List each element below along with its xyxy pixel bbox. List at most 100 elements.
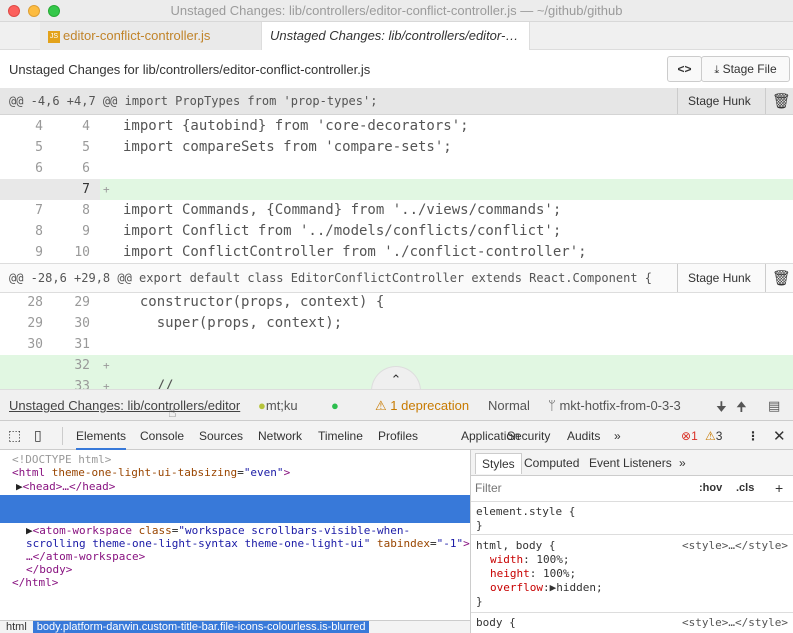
more-tabs-icon[interactable]: » bbox=[679, 456, 686, 470]
diff-line[interactable]: 8 9 import Conflict from '../models/confli… bbox=[0, 221, 793, 242]
tab-unstaged-changes[interactable]: Unstaged Changes: lib/controllers/editor… bbox=[262, 22, 530, 51]
breadcrumb-body[interactable]: body.platform-darwin.custom-title-bar.fi… bbox=[32, 621, 370, 633]
diff-marker: + bbox=[103, 183, 110, 196]
warning-icon: ⚠ bbox=[705, 429, 716, 443]
close-devtools-icon[interactable]: ✕ bbox=[773, 427, 786, 445]
new-line-number: 30 bbox=[74, 316, 90, 331]
stage-file-button[interactable]: ⤓ Stage File bbox=[701, 56, 790, 82]
warning-count[interactable]: ⚠3 bbox=[705, 429, 722, 443]
fetch-down-icon[interactable]: 🠋 bbox=[716, 398, 727, 420]
styles-filter: :hov .cls + bbox=[471, 476, 793, 502]
dom-body-close[interactable]: </body> bbox=[0, 563, 470, 576]
code-text: import {autobind} from 'core-decorators'… bbox=[123, 118, 469, 134]
devtools-tab-audits[interactable]: Audits bbox=[567, 429, 600, 443]
dom-html-open[interactable]: <html theme-one-light-ui-tabsizing="even… bbox=[0, 466, 470, 479]
diff-line[interactable]: 28 29 constructor(props, context) { bbox=[0, 292, 793, 313]
dom-doctype[interactable]: <!DOCTYPE html> bbox=[0, 453, 470, 466]
hunk-header-text: @@ -28,6 +29,8 @@ export default class E… bbox=[9, 271, 652, 285]
diff-line[interactable]: 7 + bbox=[0, 179, 793, 200]
diff-line[interactable]: 66 bbox=[0, 158, 793, 179]
devtools-tab-console[interactable]: Console bbox=[140, 429, 184, 443]
old-line-number: 29 bbox=[27, 316, 43, 331]
styles-tabs: Styles Computed Event Listeners » bbox=[471, 450, 793, 476]
deprecation-status[interactable]: ⚠ 1 deprecation bbox=[375, 398, 469, 414]
stage-hunk-button[interactable]: Stage Hunk bbox=[688, 94, 751, 108]
deprecation-label: 1 deprecation bbox=[390, 398, 470, 413]
tab-editor-file[interactable]: JS editor-conflict-controller.js bbox=[40, 22, 262, 50]
diff-line[interactable]: 4 4 import {autobind} from 'core-decorator… bbox=[0, 116, 793, 137]
file-patch-title: Unstaged Changes for lib/controllers/edi… bbox=[9, 62, 371, 77]
devtools-tab-profiles[interactable]: Profiles bbox=[378, 429, 418, 443]
hunk-header-text: @@ -4,6 +4,7 @@ import PropTypes from 'p… bbox=[9, 94, 378, 108]
devtools-tab-security[interactable]: Security bbox=[507, 429, 550, 443]
hunk-header: @@ -4,6 +4,7 @@ import PropTypes from 'p… bbox=[0, 88, 793, 115]
push-up-icon[interactable]: 🠉 bbox=[736, 398, 747, 420]
cls-toggle[interactable]: .cls bbox=[736, 482, 754, 494]
tab-event-listeners[interactable]: Event Listeners bbox=[589, 456, 672, 470]
cursor-hand-icon: ☝ bbox=[168, 404, 177, 420]
dom-atom-workspace[interactable]: ▶<atom-workspace class="workspace scroll… bbox=[0, 524, 470, 537]
filter-input[interactable] bbox=[475, 481, 655, 495]
new-line-number: 10 bbox=[74, 245, 90, 260]
new-line-number: 6 bbox=[82, 161, 90, 176]
dom-head[interactable]: ▶<head>…</head> bbox=[0, 480, 470, 493]
devtools-menu-icon[interactable]: ⋮ bbox=[747, 429, 759, 443]
diff-line[interactable]: 29 30 super(props, context); bbox=[0, 313, 793, 334]
vim-mode[interactable]: Normal bbox=[488, 398, 530, 413]
element-style-rule[interactable]: element.style {} bbox=[476, 505, 788, 533]
html-body-rule[interactable]: html, body {<style>…</style> width: 100%… bbox=[476, 539, 788, 609]
diff-line[interactable]: 5 5 import compareSets from 'compare-sets'… bbox=[0, 137, 793, 158]
git-panel-icon[interactable]: ▤ bbox=[768, 398, 780, 414]
old-line-number bbox=[0, 179, 43, 200]
devtools-tab-sources[interactable]: Sources bbox=[199, 429, 243, 443]
title-bar: Unstaged Changes: lib/controllers/editor… bbox=[0, 0, 793, 22]
dom-html-close[interactable]: </html> bbox=[0, 576, 470, 589]
stage-hunk-button[interactable]: Stage Hunk bbox=[688, 271, 751, 285]
diff-line[interactable]: 9 10 import ConflictController from './con… bbox=[0, 242, 793, 263]
error-count[interactable]: ⊗1 bbox=[681, 429, 698, 443]
window-title: Unstaged Changes: lib/controllers/editor… bbox=[170, 3, 623, 18]
branch-icon: ᛘ bbox=[548, 398, 556, 413]
toggle-code-view-button[interactable]: <> bbox=[667, 56, 702, 82]
diff-line[interactable]: 7 8 import Commands, {Command} from '../vi… bbox=[0, 200, 793, 221]
devtools-tab-elements[interactable]: Elements bbox=[76, 429, 127, 450]
new-line-number: 8 bbox=[82, 203, 90, 218]
trash-icon[interactable]: 🗑 bbox=[772, 269, 791, 287]
tab-label: Unstaged Changes: lib/controllers/editor… bbox=[270, 28, 519, 43]
code-text: import compareSets from 'compare-sets'; bbox=[123, 139, 452, 155]
hunk-header: @@ -28,6 +29,8 @@ export default class E… bbox=[0, 263, 793, 293]
old-line-number: 8 bbox=[35, 224, 43, 239]
old-line-number: 7 bbox=[35, 203, 43, 218]
new-line-number: 29 bbox=[74, 295, 90, 310]
styles-pane: Styles Computed Event Listeners » :hov .… bbox=[470, 450, 793, 633]
new-line-number: 32 bbox=[74, 358, 90, 373]
dom-body-selected[interactable]: … ▼ <body tabindex="-1" class="platform-… bbox=[0, 495, 470, 573]
status-user[interactable]: ●mt;ku bbox=[258, 398, 298, 413]
devtools-tab-timeline[interactable]: Timeline bbox=[318, 429, 363, 443]
tab-label: editor-conflict-controller.js bbox=[63, 28, 211, 43]
new-rule-button[interactable]: + bbox=[775, 480, 783, 496]
body-rule[interactable]: body {<style>…</style> bbox=[476, 616, 788, 630]
code-text: import Conflict from '../models/conflict… bbox=[123, 223, 562, 239]
breadcrumb-html[interactable]: html bbox=[0, 621, 33, 633]
diff-line[interactable]: 30 31 bbox=[0, 334, 793, 355]
status-dot-icon: ● bbox=[331, 398, 339, 413]
device-toolbar-icon[interactable]: ▯ bbox=[34, 427, 42, 444]
dom-breadcrumb: html body.platform-darwin.custom-title-ba… bbox=[0, 620, 470, 633]
pear-icon: ● bbox=[258, 398, 266, 413]
dom-tree: <!DOCTYPE html> <html theme-one-light-ui… bbox=[0, 450, 470, 620]
status-file-path[interactable]: Unstaged Changes: lib/controllers/editor bbox=[9, 398, 240, 413]
error-icon: ⊗ bbox=[681, 429, 692, 443]
old-line-number: 5 bbox=[35, 140, 43, 155]
more-tabs-icon[interactable]: » bbox=[614, 429, 621, 443]
tab-styles[interactable]: Styles bbox=[475, 453, 522, 474]
inspect-element-icon[interactable]: ⬚ bbox=[8, 427, 21, 444]
devtools-tab-network[interactable]: Network bbox=[258, 429, 302, 443]
new-line-number: 9 bbox=[82, 224, 90, 239]
branch-label: mkt-hotfix-from-0-3-3 bbox=[559, 398, 681, 413]
trash-icon[interactable]: 🗑 bbox=[772, 92, 791, 110]
code-text: import ConflictController from './confli… bbox=[123, 244, 587, 260]
branch-status[interactable]: ᛘ mkt-hotfix-from-0-3-3 bbox=[548, 398, 681, 413]
tab-computed[interactable]: Computed bbox=[524, 456, 579, 470]
hov-toggle[interactable]: :hov bbox=[699, 482, 722, 494]
